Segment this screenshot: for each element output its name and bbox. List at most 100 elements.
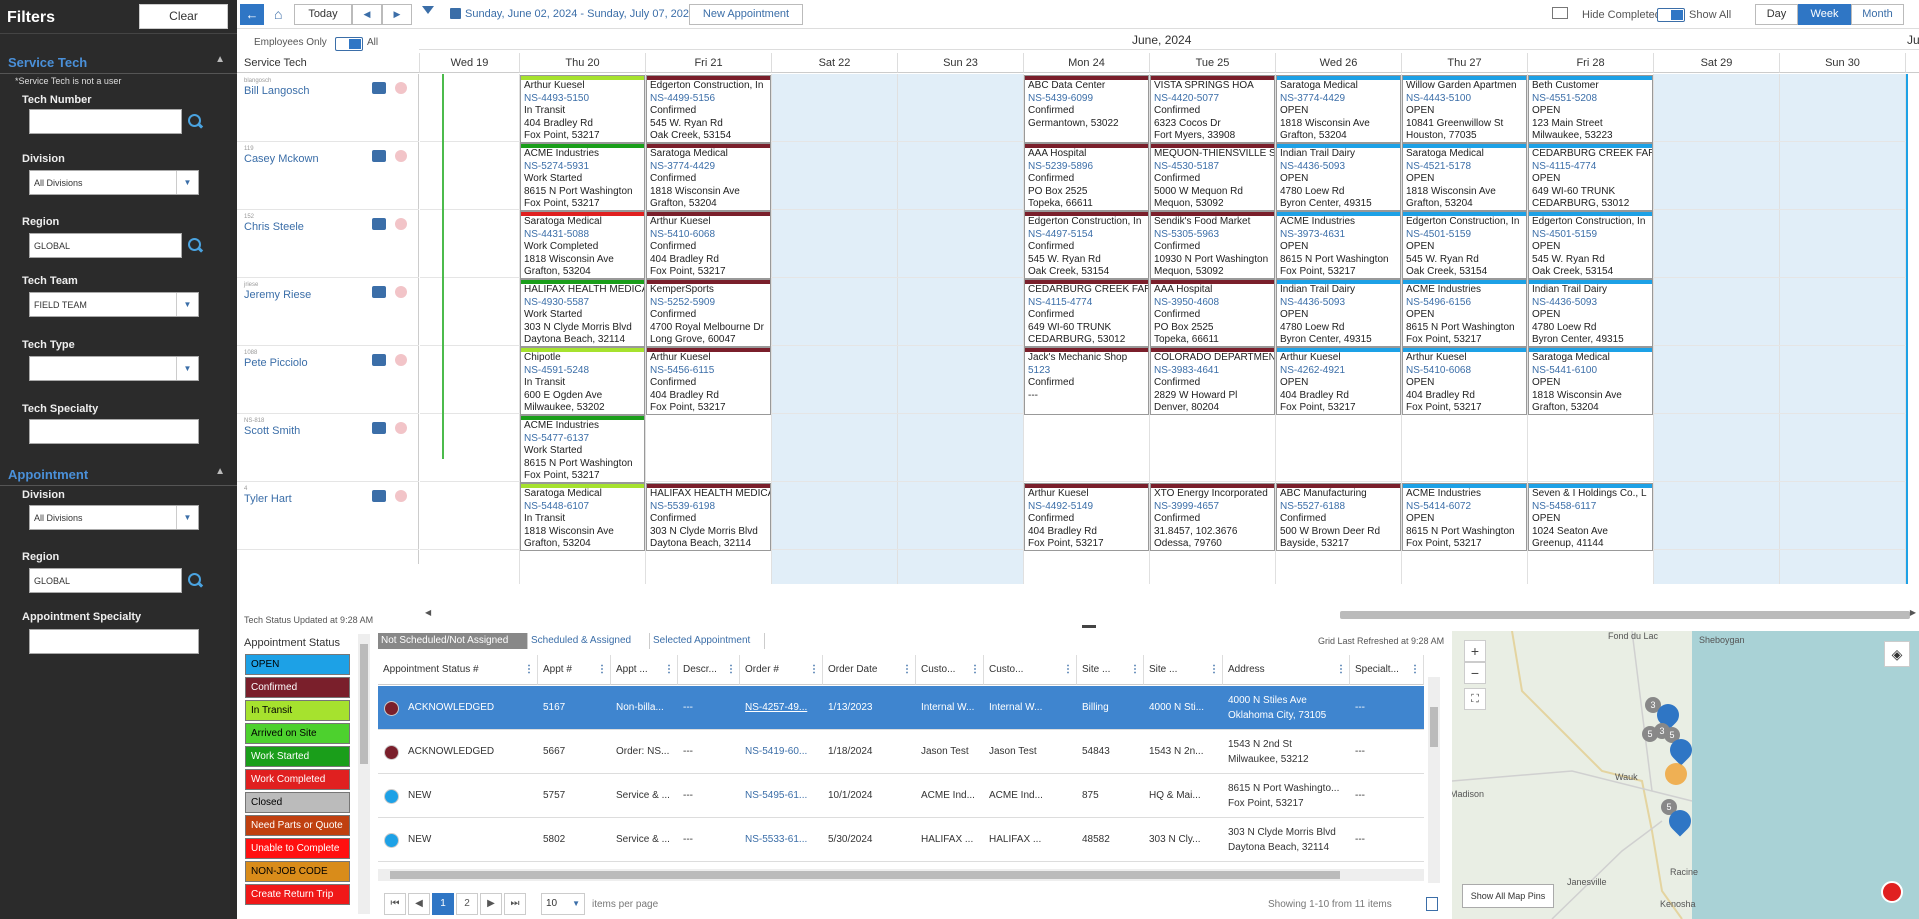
card-order-number[interactable]: NS-3983-4641 — [1154, 365, 1271, 378]
tech-name[interactable]: Casey Mckown — [244, 153, 319, 165]
appointment-card[interactable]: Edgerton Construction, In NS-4501-5159 OPE… — [1528, 211, 1653, 279]
appointment-card[interactable]: Saratoga Medical NS-3774-4429 Confirmed 181… — [646, 143, 771, 211]
column-menu-icon[interactable]: ⋮ — [1336, 655, 1346, 684]
card-order-number[interactable]: NS-5410-6068 — [650, 229, 767, 242]
appointment-card[interactable]: Indian Trail Dairy NS-4436-5093 OPEN 4780 L… — [1276, 279, 1401, 347]
horizontal-scrollbar[interactable]: ◀ ▶ — [420, 607, 1919, 621]
appointment-card[interactable]: Saratoga Medical NS-4521-5178 OPEN 1818 Wis… — [1402, 143, 1527, 211]
division-select[interactable]: All Divisions ▼ — [29, 170, 199, 195]
appointment-card[interactable]: Saratoga Medical NS-5448-6107 In Transit 18… — [520, 483, 645, 551]
gallery-icon[interactable] — [1552, 7, 1568, 19]
card-order-number[interactable]: NS-5539-6198 — [650, 501, 767, 514]
card-order-number[interactable]: NS-4521-5178 — [1406, 161, 1523, 174]
tech-number-input[interactable] — [29, 109, 182, 134]
compass-icon[interactable] — [1881, 881, 1903, 903]
card-order-number[interactable]: NS-5441-6100 — [1532, 365, 1649, 378]
card-order-number[interactable]: NS-4551-5208 — [1532, 93, 1649, 106]
table-tab[interactable]: Scheduled & Assigned — [528, 633, 650, 649]
tech-row[interactable]: 1088 Pete Picciolo — [237, 346, 419, 414]
day-column[interactable] — [1780, 74, 1906, 584]
tech-name[interactable]: Bill Langosch — [244, 85, 309, 97]
tech-row[interactable]: jriese Jeremy Riese — [237, 278, 419, 346]
card-order-number[interactable]: NS-3973-4631 — [1280, 229, 1397, 242]
map-route-icon[interactable] — [372, 218, 386, 230]
column-menu-icon[interactable]: ⋮ — [664, 655, 674, 684]
back-arrow-icon[interactable]: ← — [240, 4, 264, 25]
appointment-card[interactable]: Arthur Kuesel NS-5456-6115 Confirmed 404 Br… — [646, 347, 771, 415]
appointment-card[interactable]: Chipotle NS-4591-5248 In Transit 600 E Ogde… — [520, 347, 645, 415]
day-column[interactable] — [420, 74, 520, 584]
column-header[interactable]: Site ... ⋮ — [1077, 655, 1144, 685]
card-order-number[interactable]: NS-4443-5100 — [1406, 93, 1523, 106]
appointment-card[interactable]: MEQUON-THIENSVILLE S NS-4530-5187 Confirme… — [1150, 143, 1275, 211]
card-order-number[interactable]: NS-5456-6115 — [650, 365, 767, 378]
card-order-number[interactable]: NS-4501-5159 — [1532, 229, 1649, 242]
appointment-card[interactable]: CEDARBURG CREEK FARM NS-4115-4774 Confirme… — [1024, 279, 1149, 347]
page-1-button[interactable]: 1 — [432, 893, 454, 915]
tech-name[interactable]: Chris Steele — [244, 221, 304, 233]
column-header[interactable]: Order # ⋮ — [740, 655, 823, 685]
service-tech-section-header[interactable]: Service Tech ▲ — [0, 49, 237, 73]
column-menu-icon[interactable]: ⋮ — [902, 655, 912, 684]
export-excel-icon[interactable] — [1426, 897, 1438, 911]
column-header[interactable]: Descr... ⋮ — [678, 655, 740, 685]
card-order-number[interactable]: NS-4436-5093 — [1280, 161, 1397, 174]
column-menu-icon[interactable]: ⋮ — [1130, 655, 1140, 684]
per-page-select[interactable]: 10 ▼ — [541, 893, 585, 915]
zoom-out-button[interactable]: − — [1464, 662, 1486, 684]
appointment-card[interactable]: XTO Energy Incorporated NS-3999-4657 Confi… — [1150, 483, 1275, 551]
appointment-card[interactable]: ABC Manufacturing NS-5527-6188 Confirmed 50… — [1276, 483, 1401, 551]
appointment-card[interactable]: Arthur Kuesel NS-5410-6068 Confirmed 404 Br… — [646, 211, 771, 279]
column-header[interactable]: Appt ... ⋮ — [611, 655, 678, 685]
card-order-number[interactable]: NS-5239-5896 — [1028, 161, 1145, 174]
appointment-card[interactable]: Sendik's Food Market NS-5305-5963 Confirme… — [1150, 211, 1275, 279]
appointment-card[interactable]: Arthur Kuesel NS-5410-6068 OPEN 404 Bradley… — [1402, 347, 1527, 415]
column-menu-icon[interactable]: ⋮ — [970, 655, 980, 684]
appointment-card[interactable]: Seven & I Holdings Co., L NS-5458-6117 OPE… — [1528, 483, 1653, 551]
next-page-icon[interactable]: ▶ — [480, 893, 502, 915]
cell-order[interactable]: NS-5495-61... — [740, 774, 823, 818]
column-header[interactable]: Site ... ⋮ — [1144, 655, 1223, 685]
card-order-number[interactable]: NS-4497-5154 — [1028, 229, 1145, 242]
card-order-number[interactable]: NS-3774-4429 — [1280, 93, 1397, 106]
appointment-card[interactable]: Saratoga Medical NS-4431-5088 Work Complet… — [520, 211, 645, 279]
appointment-card[interactable]: Jack's Mechanic Shop 5123 Confirmed --- — [1024, 347, 1149, 415]
card-order-number[interactable]: NS-5527-6188 — [1280, 501, 1397, 514]
card-order-number[interactable]: NS-5414-6072 — [1406, 501, 1523, 514]
column-menu-icon[interactable]: ⋮ — [1209, 655, 1219, 684]
fullscreen-icon[interactable]: ⛶ — [1464, 688, 1486, 710]
tech-row[interactable]: 119 Casey Mckown — [237, 142, 419, 210]
appointment-card[interactable]: ACME Industries NS-5477-6137 Work Started 8… — [520, 415, 645, 483]
appointment-card[interactable]: Edgerton Construction, In NS-4497-5154 Con… — [1024, 211, 1149, 279]
first-page-icon[interactable]: ⏮ — [384, 893, 406, 915]
column-menu-icon[interactable]: ⋮ — [1063, 655, 1073, 684]
column-header[interactable]: Address ⋮ — [1223, 655, 1350, 685]
tech-row[interactable]: 152 Chris Steele — [237, 210, 419, 278]
prev-arrow-icon[interactable]: ◀ — [352, 4, 382, 25]
card-order-number[interactable]: NS-4115-4774 — [1532, 161, 1649, 174]
map-route-icon[interactable] — [372, 354, 386, 366]
card-order-number[interactable]: NS-3774-4429 — [650, 161, 767, 174]
column-header[interactable]: Custo... ⋮ — [916, 655, 984, 685]
column-header[interactable]: Order Date ⋮ — [823, 655, 916, 685]
show-all-map-pins-button[interactable]: Show All Map Pins — [1462, 884, 1554, 908]
appointment-card[interactable]: VISTA SPRINGS HOA NS-4420-5077 Confirmed 63… — [1150, 75, 1275, 143]
card-order-number[interactable]: NS-4436-5093 — [1532, 297, 1649, 310]
month-view-button[interactable]: Month — [1851, 4, 1904, 25]
card-order-number[interactable]: NS-4930-5587 — [524, 297, 641, 310]
card-order-number[interactable]: NS-4262-4921 — [1280, 365, 1397, 378]
appointment-card[interactable]: Saratoga Medical NS-3774-4429 OPEN 1818 Wis… — [1276, 75, 1401, 143]
last-page-icon[interactable]: ⏭ — [504, 893, 526, 915]
table-vertical-scrollbar[interactable] — [1428, 677, 1440, 883]
appointment-card[interactable]: CEDARBURG CREEK FARM NS-4115-4774 OPEN 649 … — [1528, 143, 1653, 211]
current-location-marker[interactable] — [1665, 763, 1687, 785]
card-order-number[interactable]: NS-4493-5150 — [524, 93, 641, 106]
appointment-card[interactable]: ACME Industries NS-5496-6156 OPEN 8615 N Po… — [1402, 279, 1527, 347]
card-order-number[interactable]: NS-4499-5156 — [650, 93, 767, 106]
tech-specialty-input[interactable] — [29, 419, 199, 444]
tech-name[interactable]: Jeremy Riese — [244, 289, 311, 301]
appointment-card[interactable]: Arthur Kuesel NS-4493-5150 In Transit 404 B… — [520, 75, 645, 143]
day-column[interactable] — [772, 74, 898, 584]
card-order-number[interactable]: NS-5477-6137 — [524, 433, 641, 446]
today-button[interactable]: Today — [294, 4, 352, 25]
